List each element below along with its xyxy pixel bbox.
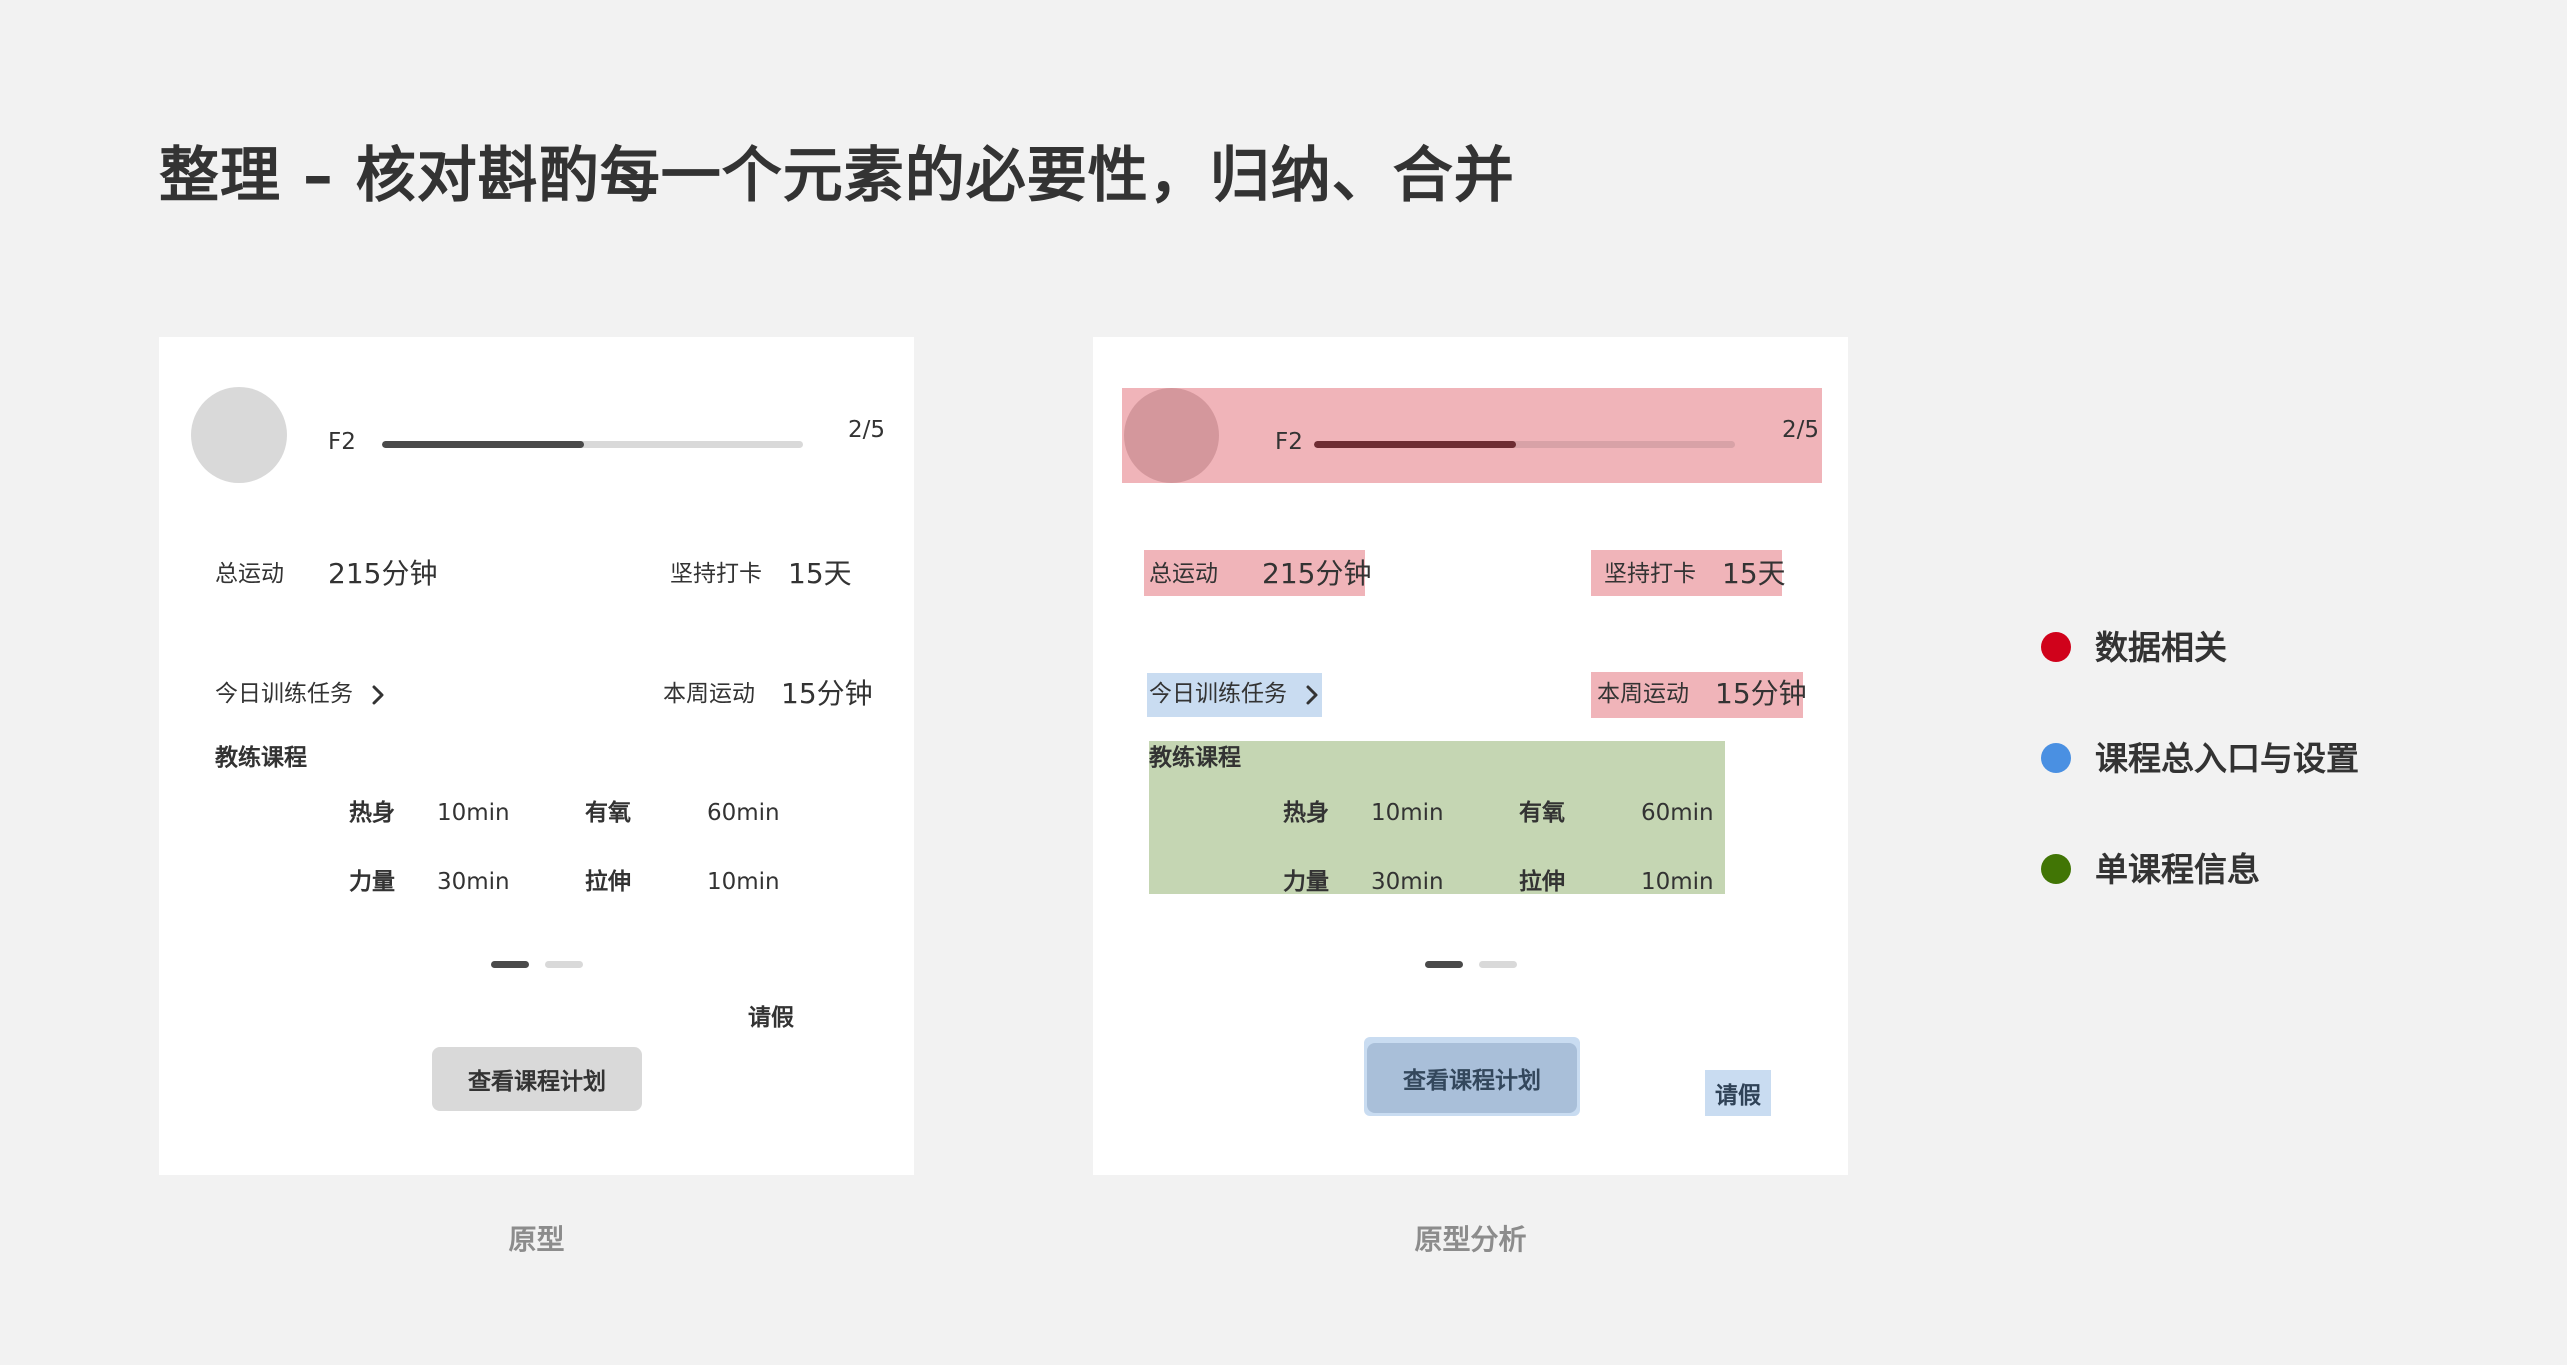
- legend-label: 课程总入口与设置: [2095, 738, 2359, 778]
- legend-label: 单课程信息: [2095, 849, 2260, 889]
- level-progress-text: 2/5: [848, 417, 886, 443]
- total-exercise-value: 215分钟: [1262, 557, 1372, 590]
- total-exercise-label: 总运动: [1149, 561, 1218, 587]
- total-exercise-value: 215分钟: [328, 557, 438, 590]
- today-task-label: 今日训练任务: [1149, 681, 1287, 707]
- legend-item-data: 数据相关: [2041, 626, 2227, 668]
- legend-dot-green: [2041, 854, 2071, 884]
- highlight-data-header: [1122, 388, 1822, 483]
- page-dot: [545, 961, 583, 968]
- course-item-name: 有氧: [1519, 800, 1565, 826]
- level-label: F2: [1275, 429, 1303, 455]
- coach-course-title: 教练课程: [215, 745, 307, 771]
- streak-label: 坚持打卡: [1604, 561, 1696, 587]
- course-item-duration: 10min: [1641, 869, 1714, 895]
- course-item-name: 拉伸: [585, 869, 631, 895]
- chevron-right-icon: [1306, 685, 1318, 704]
- course-item-name: 热身: [349, 800, 395, 826]
- avatar: [1124, 388, 1219, 483]
- view-plan-button[interactable]: 查看课程计划: [1367, 1043, 1577, 1113]
- streak-value: 15天: [788, 557, 852, 590]
- level-progress-fill: [382, 441, 585, 448]
- weekly-exercise-value: 15分钟: [1715, 677, 1807, 710]
- prototype-caption: 原型: [508, 1223, 565, 1256]
- course-item-name: 力量: [349, 869, 395, 895]
- course-item-name: 力量: [1283, 869, 1329, 895]
- level-progress-bar: [1314, 441, 1735, 448]
- level-label: F2: [328, 429, 356, 455]
- streak-value: 15天: [1722, 557, 1786, 590]
- today-task-link[interactable]: 今日训练任务: [1149, 683, 1319, 706]
- leave-button[interactable]: 请假: [1705, 1070, 1771, 1116]
- streak-label: 坚持打卡: [670, 561, 762, 587]
- weekly-exercise-value: 15分钟: [781, 677, 873, 710]
- legend-dot-red: [2041, 632, 2071, 662]
- course-item-name: 拉伸: [1519, 869, 1565, 895]
- analysis-caption: 原型分析: [1414, 1223, 1527, 1256]
- course-item-duration: 60min: [1641, 800, 1714, 826]
- page-dot: [1479, 961, 1517, 968]
- weekly-exercise-label: 本周运动: [663, 681, 755, 707]
- avatar: [191, 387, 287, 483]
- chevron-right-icon: [372, 685, 384, 704]
- course-item-duration: 10min: [707, 869, 780, 895]
- prototype-card: F2 2/5 总运动 215分钟 坚持打卡 15天 今日训练任务 本周运动 15…: [159, 337, 914, 1175]
- analysis-card: F2 2/5 总运动 215分钟 坚持打卡 15天 今日训练任务 本周运动 15…: [1093, 337, 1848, 1175]
- legend-item-course: 单课程信息: [2041, 848, 2260, 890]
- leave-button[interactable]: 请假: [748, 1007, 794, 1030]
- page-dot-active: [491, 961, 529, 968]
- today-task-link[interactable]: 今日训练任务: [215, 683, 385, 706]
- level-progress-bar: [382, 441, 803, 448]
- weekly-exercise-label: 本周运动: [1597, 681, 1689, 707]
- coach-course-title: 教练课程: [1149, 745, 1241, 771]
- today-task-label: 今日训练任务: [215, 681, 353, 707]
- legend-label: 数据相关: [2095, 627, 2227, 667]
- page-title: 整理 – 核对斟酌每一个元素的必要性，归纳、合并: [159, 141, 1515, 211]
- page-indicator: [1425, 961, 1517, 968]
- total-exercise-label: 总运动: [215, 561, 284, 587]
- legend-dot-blue: [2041, 743, 2071, 773]
- legend-item-entry: 课程总入口与设置: [2041, 737, 2359, 779]
- course-item-duration: 60min: [707, 800, 780, 826]
- course-item-duration: 10min: [437, 800, 510, 826]
- view-plan-button[interactable]: 查看课程计划: [432, 1047, 642, 1111]
- course-item-duration: 10min: [1371, 800, 1444, 826]
- level-progress-fill: [1314, 441, 1517, 448]
- course-item-name: 热身: [1283, 800, 1329, 826]
- page-dot-active: [1425, 961, 1463, 968]
- course-item-duration: 30min: [437, 869, 510, 895]
- course-item-duration: 30min: [1371, 869, 1444, 895]
- page-indicator: [491, 961, 583, 968]
- course-item-name: 有氧: [585, 800, 631, 826]
- level-progress-text: 2/5: [1782, 417, 1820, 443]
